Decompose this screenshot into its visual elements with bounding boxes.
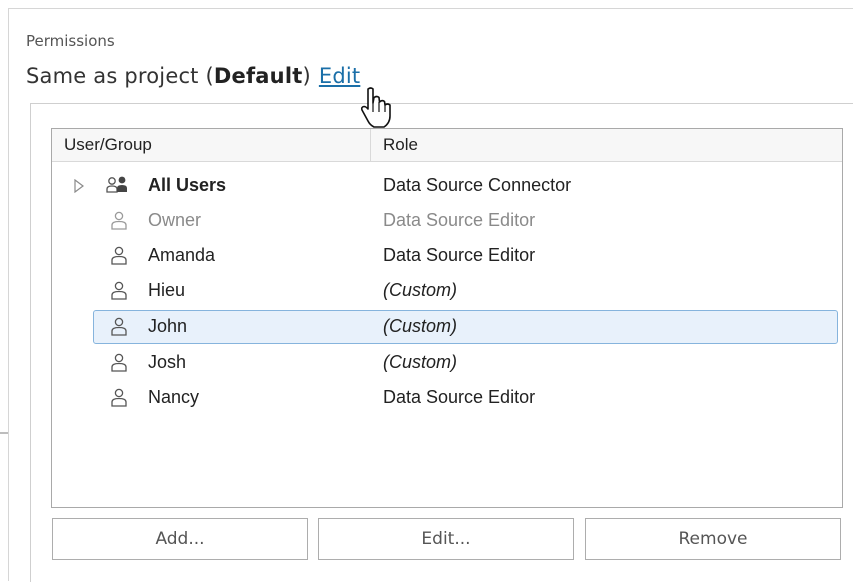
user-icon <box>111 211 127 230</box>
row-role: Data Source Editor <box>383 245 536 265</box>
divider-top <box>8 8 853 9</box>
column-header-role[interactable]: Role <box>383 135 418 155</box>
row-role: Data Source Editor <box>383 210 536 230</box>
status-suffix: ) <box>302 64 311 88</box>
column-separator[interactable] <box>370 129 371 161</box>
row-name: Amanda <box>148 245 216 265</box>
grid-header: User/Group Role <box>52 129 842 162</box>
status-default: Default <box>213 64 303 88</box>
grid-row-amanda[interactable]: Amanda Data Source Editor <box>93 239 838 273</box>
grid-row-hieu[interactable]: Hieu (Custom) <box>93 274 838 308</box>
user-icon <box>111 353 127 372</box>
row-role: (Custom) <box>383 316 458 336</box>
permissions-grid[interactable]: User/Group Role All Users Data Source Co… <box>51 128 843 508</box>
row-role: (Custom) <box>383 280 458 300</box>
row-name: Hieu <box>148 280 186 300</box>
column-header-user-group[interactable]: User/Group <box>64 135 152 155</box>
permissions-dialog: Permissions Same as project (Default) Edi… <box>0 0 853 582</box>
grid-row-nancy[interactable]: Nancy Data Source Editor <box>93 381 838 415</box>
row-role: Data Source Editor <box>383 387 536 407</box>
add-button[interactable]: Add... <box>52 518 308 560</box>
section-label: Permissions <box>26 32 115 50</box>
edit-permissions-link[interactable]: Edit <box>319 64 360 88</box>
row-name: John <box>148 316 188 336</box>
user-icon <box>111 246 127 265</box>
expand-triangle-icon[interactable] <box>73 179 85 193</box>
row-name: Owner <box>148 210 202 230</box>
hand-pointer-icon <box>360 87 391 128</box>
row-role: Data Source Connector <box>383 175 572 195</box>
user-icon <box>111 388 127 407</box>
row-name: Nancy <box>148 387 200 407</box>
divider-left <box>8 8 9 581</box>
row-role: (Custom) <box>383 352 458 372</box>
remove-button[interactable]: Remove <box>585 518 841 560</box>
group-icon <box>106 176 127 193</box>
grid-row-josh[interactable]: Josh (Custom) <box>93 346 838 380</box>
user-icon <box>111 317 127 336</box>
grid-row-john[interactable]: John (Custom) <box>93 310 838 344</box>
user-icon <box>111 281 127 300</box>
row-name: All Users <box>148 175 227 195</box>
grid-row-all-users[interactable]: All Users Data Source Connector <box>74 169 838 203</box>
status-prefix: Same as project ( <box>26 64 214 88</box>
splitter-tick <box>0 432 8 434</box>
grid-row-owner[interactable]: Owner Data Source Editor <box>93 204 838 238</box>
edit-button[interactable]: Edit... <box>318 518 574 560</box>
row-name: Josh <box>148 352 187 372</box>
permissions-status: Same as project (Default) Edit <box>26 64 360 88</box>
